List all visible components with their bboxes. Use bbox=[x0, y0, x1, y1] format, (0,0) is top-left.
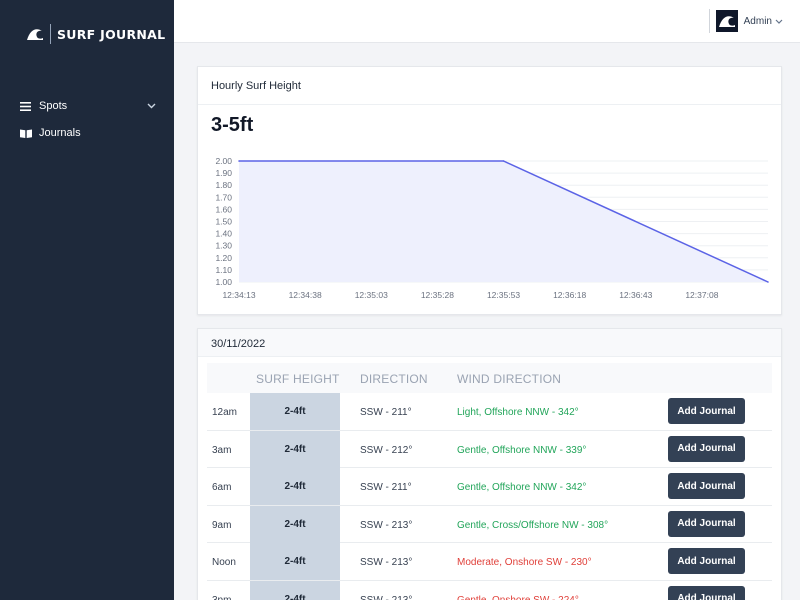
column-header-wind-direction: WIND DIRECTION bbox=[457, 372, 562, 386]
chevron-down-icon[interactable] bbox=[147, 100, 156, 112]
wind-direction-cell: Gentle, Offshore NNW - 339° bbox=[457, 444, 587, 456]
app-logo[interactable]: SURF JOURNAL bbox=[26, 24, 165, 44]
sidebar-item-journals[interactable]: Journals bbox=[20, 127, 156, 139]
wind-direction-cell: Moderate, Onshore SW - 230° bbox=[457, 557, 592, 568]
chevron-down-icon bbox=[775, 19, 783, 24]
table-row: Noon 2-4ft SSW - 213° Moderate, Onshore SW … bbox=[207, 543, 772, 581]
surf-height-cell: 2-4ft bbox=[250, 393, 340, 430]
y-tick-label: 1.90 bbox=[215, 168, 232, 178]
y-tick-label: 1.10 bbox=[215, 265, 232, 275]
menu-icon bbox=[20, 101, 32, 111]
add-journal-button[interactable]: Add Journal bbox=[668, 398, 745, 424]
direction-cell: SSW - 213° bbox=[360, 594, 413, 600]
table-date: 30/11/2022 bbox=[198, 329, 781, 357]
direction-cell: SSW - 213° bbox=[360, 557, 413, 568]
wind-direction-cell: Light, Offshore NNW - 342° bbox=[457, 407, 579, 418]
sidebar: SURF JOURNAL Spots Journals bbox=[0, 0, 174, 600]
table-row: 12am 2-4ft SSW - 211° Light, Offshore NNW -… bbox=[207, 393, 772, 431]
direction-cell: SSW - 211° bbox=[360, 407, 412, 418]
add-journal-button[interactable]: Add Journal bbox=[668, 473, 745, 499]
y-tick-label: 1.40 bbox=[215, 229, 232, 239]
add-journal-button[interactable]: Add Journal bbox=[668, 435, 745, 462]
data-point bbox=[502, 160, 505, 162]
logo-divider bbox=[50, 24, 51, 44]
topbar-divider bbox=[708, 9, 710, 33]
x-tick-label: 12:37:08 bbox=[685, 290, 718, 300]
x-tick-label: 12:35:28 bbox=[421, 290, 454, 300]
wind-direction-cell: Gentle, Offshore NNW - 342° bbox=[457, 482, 587, 493]
time-cell: 9am bbox=[212, 519, 232, 531]
surf-height-cell: 2-4ft bbox=[250, 505, 340, 543]
y-tick-label: 1.50 bbox=[215, 217, 232, 227]
data-point bbox=[238, 160, 240, 162]
sidebar-item-label: Spots bbox=[39, 100, 68, 112]
table-header: SURF HEIGHT DIRECTION WIND DIRECTION bbox=[207, 363, 772, 393]
time-cell: Noon bbox=[212, 557, 236, 568]
x-tick-label: 12:35:53 bbox=[487, 290, 520, 300]
y-tick-label: 1.00 bbox=[215, 277, 232, 287]
app-title: SURF JOURNAL bbox=[57, 26, 166, 42]
sidebar-item-label: Journals bbox=[39, 127, 81, 139]
x-tick-label: 12:36:18 bbox=[553, 290, 586, 300]
surf-height-cell: 2-4ft bbox=[250, 580, 340, 600]
direction-cell: SSW - 211° bbox=[360, 482, 412, 493]
column-header-surf-height: SURF HEIGHT bbox=[256, 372, 340, 386]
table-row: 6am 2-4ft SSW - 211° Gentle, Offshore NNW -… bbox=[207, 468, 772, 506]
avatar bbox=[715, 10, 738, 32]
y-tick-label: 1.20 bbox=[215, 253, 232, 263]
y-tick-label: 1.60 bbox=[215, 204, 232, 214]
user-menu[interactable]: Admin bbox=[708, 9, 783, 33]
time-cell: 6am bbox=[212, 482, 232, 493]
column-header-direction: DIRECTION bbox=[360, 372, 428, 386]
time-cell: 3pm bbox=[212, 594, 232, 600]
surf-height-cell: 2-4ft bbox=[250, 430, 340, 468]
x-tick-label: 12:36:43 bbox=[619, 290, 652, 300]
surf-height-chart: 2.00 1.90 1.80 1.70 1.60 1.50 1.40 1.30 1.20 1.10… bbox=[215, 156, 769, 300]
table-row: 9am 2-4ft SSW - 213° Gentle, Cross/Offshore… bbox=[207, 505, 772, 543]
wind-direction-cell: Gentle, Onshore SW - 224° bbox=[457, 594, 579, 600]
y-tick-label: 1.30 bbox=[215, 241, 232, 251]
sidebar-item-spots[interactable]: Spots bbox=[20, 100, 156, 112]
x-tick-label: 12:34:38 bbox=[289, 290, 322, 300]
book-icon bbox=[20, 129, 32, 138]
journal-table-card: 30/11/2022 SURF HEIGHT DIRECTION WIND DI… bbox=[197, 328, 782, 600]
add-journal-button[interactable]: Add Journal bbox=[668, 548, 745, 574]
time-cell: 3am bbox=[212, 444, 232, 456]
surf-height-cell: 2-4ft bbox=[250, 543, 340, 580]
add-journal-button[interactable]: Add Journal bbox=[668, 510, 745, 537]
add-journal-button[interactable]: Add Journal bbox=[668, 585, 745, 600]
topbar: Admin bbox=[174, 0, 800, 43]
direction-cell: SSW - 213° bbox=[360, 519, 413, 531]
x-tick-label: 12:35:03 bbox=[355, 290, 388, 300]
wind-direction-cell: Gentle, Cross/Offshore NW - 308° bbox=[457, 519, 609, 531]
surf-height-card: Hourly Surf Height 3-5ft 2.00 1.90 1.80 1.7… bbox=[197, 66, 782, 315]
y-tick-label: 1.80 bbox=[215, 180, 232, 190]
user-name: Admin bbox=[743, 15, 772, 27]
y-tick-label: 2.00 bbox=[215, 156, 232, 166]
table-row: 3pm 2-4ft SSW - 213° Gentle, Onshore SW - 2… bbox=[207, 580, 772, 600]
wave-logo-icon bbox=[27, 29, 43, 40]
time-cell: 12am bbox=[212, 407, 238, 418]
table-row: 3am 2-4ft SSW - 212° Gentle, Offshore NNW -… bbox=[207, 430, 772, 468]
y-tick-label: 1.70 bbox=[215, 192, 232, 202]
direction-cell: SSW - 212° bbox=[360, 444, 413, 456]
data-point bbox=[767, 281, 769, 283]
surf-height-cell: 2-4ft bbox=[250, 468, 340, 505]
x-tick-label: 12:34:13 bbox=[222, 290, 255, 300]
